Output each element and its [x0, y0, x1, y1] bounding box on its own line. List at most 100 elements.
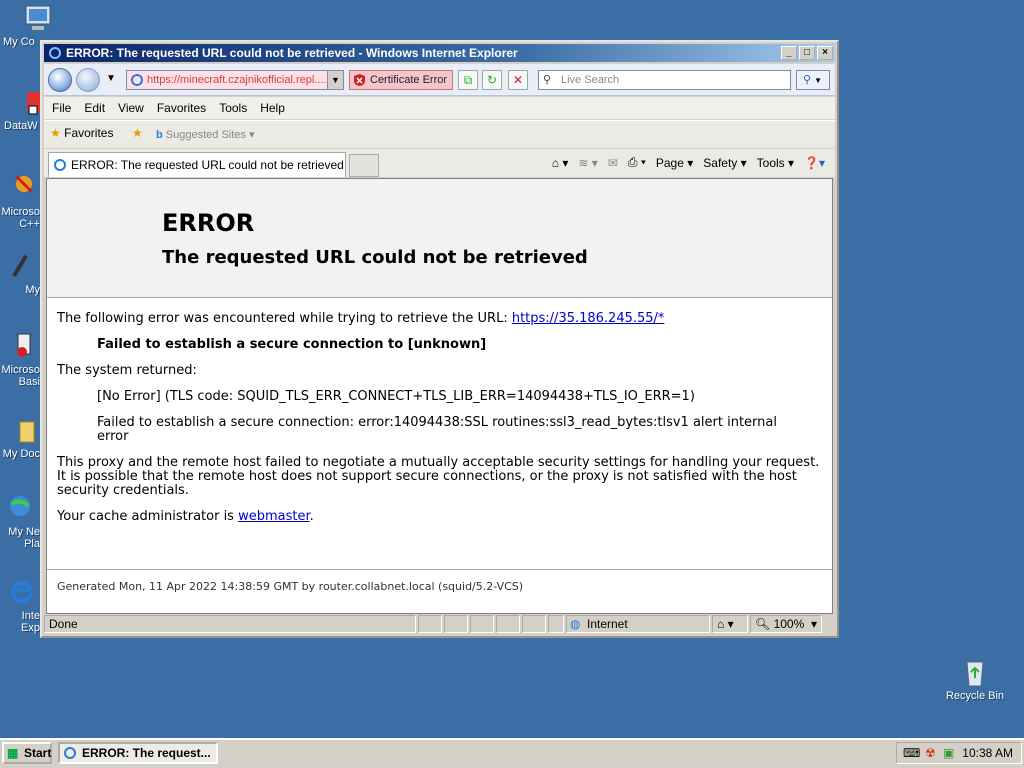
help-icon[interactable]: ❓▾	[804, 156, 825, 170]
system-tray: ⌨ ☢ ▣ 10:38 AM	[896, 742, 1022, 764]
taskbar: ▦ Start ERROR: The request... ⌨ ☢ ▣ 10:3…	[0, 738, 1024, 768]
error-url-link[interactable]: https://35.186.245.55/*	[512, 311, 665, 326]
keyboard-icon[interactable]: ⌨	[903, 743, 920, 763]
home-icon[interactable]: ⌂ ▾	[552, 156, 569, 170]
status-text: Done	[44, 615, 416, 633]
mail-icon[interactable]: ✉	[608, 156, 618, 170]
error-intro: The following error was encountered whil…	[57, 311, 665, 326]
ie-page-icon	[131, 74, 143, 86]
network-tray-icon[interactable]: ▣	[943, 743, 954, 763]
page-menu[interactable]: Page ▾	[656, 156, 693, 170]
window-title: ERROR: The requested URL could not be re…	[66, 46, 518, 60]
compatibility-icon[interactable]: ⧉	[458, 70, 478, 90]
menu-bar: File Edit View Favorites Tools Help	[44, 97, 835, 119]
webmaster-link[interactable]: webmaster	[238, 509, 310, 524]
ie-icon	[64, 747, 76, 759]
desktop-icon-ms-basic[interactable]: Microso Basi	[0, 330, 40, 388]
tab-row: ERROR: The requested URL could not be re…	[44, 149, 835, 177]
explanation-text: This proxy and the remote host failed to…	[57, 455, 820, 498]
magnifier-icon: ⚲	[803, 74, 812, 86]
protected-mode-icon[interactable]: ⌂ ▾	[712, 615, 748, 633]
admin-line: Your cache administrator is webmaster.	[57, 509, 314, 524]
search-placeholder: Live Search	[561, 74, 620, 86]
error-header: ERROR The requested URL could not be ret…	[47, 179, 832, 298]
recent-pages-dropdown-icon[interactable]: ▼	[106, 73, 116, 84]
ie-icon	[11, 581, 33, 603]
desktop-icon-label: Inte Exp	[21, 610, 40, 634]
security-tray-icon[interactable]: ☢	[925, 743, 936, 763]
status-bar: Done ◍ Internet ⌂ ▾ 🔍︎ 100% ▾	[44, 614, 835, 634]
visual-cpp-icon	[14, 174, 34, 194]
maximize-button[interactable]: □	[799, 46, 815, 60]
error-heading: ERROR	[162, 209, 255, 237]
ie-icon	[49, 47, 61, 59]
certificate-error-label: Certificate Error	[370, 74, 448, 86]
forward-button[interactable]	[76, 68, 100, 92]
address-dropdown-icon[interactable]: ▼	[327, 71, 343, 89]
error-body: The following error was encountered whil…	[47, 298, 832, 524]
desktop-icon-label: My	[25, 284, 40, 296]
desktop-icon-label: Microso Basi	[1, 364, 40, 388]
favorites-bar: ★ Favorites ★ b Suggested Sites ▾	[44, 120, 835, 148]
failure-message: Failed to establish a secure connection …	[97, 337, 487, 352]
tools-menu[interactable]: Tools ▾	[757, 156, 794, 170]
address-bar-row: ▼ https://minecraft.czajnikofficial.repl…	[44, 64, 835, 96]
browser-window: ERROR: The requested URL could not be re…	[40, 40, 839, 638]
desktop-icon-label: My Ne Pla	[8, 526, 40, 550]
menu-view[interactable]: View	[118, 101, 144, 115]
window-titlebar[interactable]: ERROR: The requested URL could not be re…	[44, 44, 835, 62]
security-zone[interactable]: ◍ Internet	[566, 615, 710, 633]
search-input[interactable]: ⚲ Live Search	[538, 70, 791, 90]
system-returned-label: The system returned:	[57, 363, 197, 378]
menu-help[interactable]: Help	[260, 101, 285, 115]
recycle-bin-icon	[966, 661, 984, 687]
command-bar: ⌂ ▾ ≋ ▾ ✉ ⎙ ▾ Page ▾ Safety ▾ Tools ▾ ❓▾	[552, 155, 825, 170]
bing-icon: b	[156, 129, 163, 141]
refresh-icon[interactable]: ↻	[482, 70, 502, 90]
page-footer: Generated Mon, 11 Apr 2022 14:38:59 GMT …	[47, 569, 832, 603]
tab-title: ERROR: The requested URL could not be re…	[71, 158, 344, 172]
taskbar-ie-task[interactable]: ERROR: The request...	[58, 742, 218, 764]
favorites-label: Favorites	[64, 126, 114, 140]
desktop-icon-label: Recycle Bin	[945, 690, 1005, 702]
menu-edit[interactable]: Edit	[84, 101, 105, 115]
zoom-control[interactable]: 🔍︎ 100% ▾	[750, 615, 822, 633]
desktop-icon-internet-explorer[interactable]: Inte Exp	[0, 576, 40, 634]
tab-error-page[interactable]: ERROR: The requested URL could not be re…	[48, 152, 346, 177]
desktop-icon-recycle-bin[interactable]: Recycle Bin	[940, 656, 1010, 702]
folder-icon	[19, 421, 35, 443]
stop-icon[interactable]: ✕	[508, 70, 528, 90]
certificate-error-button[interactable]: Certificate Error	[349, 70, 453, 90]
menu-favorites[interactable]: Favorites	[157, 101, 206, 115]
menu-file[interactable]: File	[52, 101, 71, 115]
menu-tools[interactable]: Tools	[219, 101, 247, 115]
add-favorite-icon[interactable]: ★	[132, 126, 143, 140]
desktop-icon-ms-cpp[interactable]: Microso C++	[0, 172, 40, 230]
secure-connection-error: Failed to establish a secure connection:…	[97, 415, 777, 444]
desktop-icon-my[interactable]: My	[0, 250, 40, 296]
globe-icon: ◍	[570, 617, 581, 631]
desktop-icon-my-documents[interactable]: My Doc	[0, 414, 40, 460]
tool-icon	[12, 254, 28, 278]
safety-menu[interactable]: Safety ▾	[703, 156, 746, 170]
suggested-sites-label: Suggested Sites	[165, 129, 246, 141]
error-subheading: The requested URL could not be retrieved	[162, 247, 588, 268]
clock: 10:38 AM	[962, 746, 1013, 760]
page-content: ERROR The requested URL could not be ret…	[46, 178, 833, 614]
ie-page-icon	[54, 159, 66, 171]
favorites-button[interactable]: ★ Favorites	[50, 126, 113, 140]
search-go-button[interactable]: ⚲ ▼	[796, 70, 830, 90]
zoom-icon: 🔍︎	[755, 617, 771, 631]
desktop-icon-my-network[interactable]: My Ne Pla	[0, 492, 40, 550]
desktop-icon-label: My Doc	[2, 448, 40, 460]
address-field[interactable]: https://minecraft.czajnikofficial.repl..…	[126, 70, 344, 90]
feeds-icon[interactable]: ≋ ▾	[578, 156, 597, 170]
print-icon[interactable]: ⎙ ▾	[628, 155, 646, 170]
tls-code-message: [No Error] (TLS code: SQUID_TLS_ERR_CONN…	[97, 389, 695, 404]
new-tab-button[interactable]	[349, 154, 379, 177]
back-button[interactable]	[48, 68, 72, 92]
suggested-sites-button[interactable]: b Suggested Sites ▾	[156, 128, 255, 141]
minimize-button[interactable]: _	[781, 46, 797, 60]
start-button[interactable]: ▦ Start	[2, 742, 52, 764]
close-button[interactable]: ×	[817, 46, 833, 60]
